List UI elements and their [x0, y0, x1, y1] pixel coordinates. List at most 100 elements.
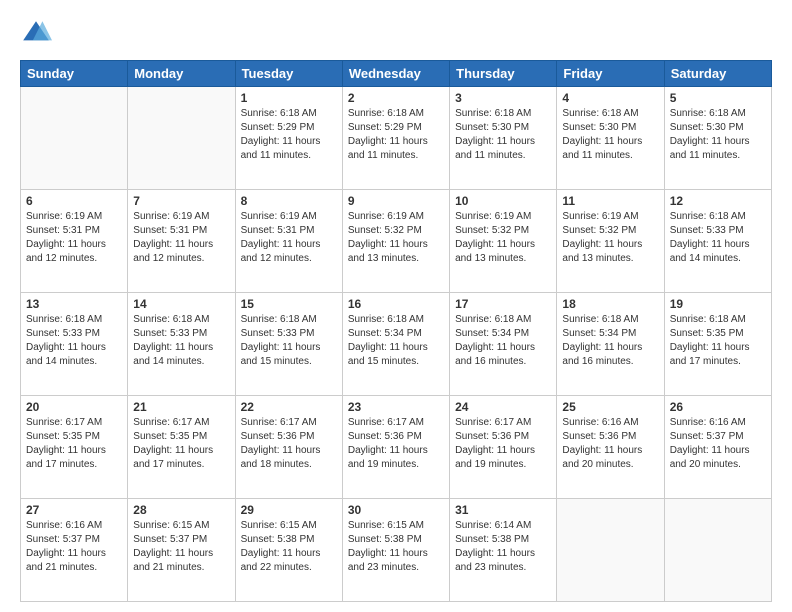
- calendar-cell: 26Sunrise: 6:16 AM Sunset: 5:37 PM Dayli…: [664, 396, 771, 499]
- calendar-cell: 13 Sunrise: 6:18 AM Sunset: 5:33 PM Dayli…: [21, 293, 128, 396]
- day-number: 18: [562, 297, 658, 311]
- day-info: Sunrise: 6:14 AM Sunset: 5:38 PM Dayligh…: [455, 519, 551, 575]
- calendar-cell: [557, 499, 664, 602]
- calendar-cell: 28 Sunrise: 6:15 AM Sunset: 5:37 PM Dayli…: [128, 499, 235, 602]
- day-info: Sunrise: 6:16 AM Sunset: 5:36 PM Dayligh…: [562, 416, 658, 472]
- day-number: 28: [133, 503, 229, 517]
- day-number: 7: [133, 194, 229, 208]
- calendar: SundayMondayTuesdayWednesdayThursdayFrid…: [20, 60, 772, 602]
- day-number: 8: [241, 194, 337, 208]
- day-number: 9: [348, 194, 444, 208]
- day-header-wednesday: Wednesday: [342, 61, 449, 87]
- header: [20, 18, 772, 50]
- day-info: Sunrise: 6:19 AM Sunset: 5:31 PM Dayligh…: [26, 210, 122, 266]
- day-number: 5: [670, 91, 766, 105]
- week-row-5: 27 Sunrise: 6:16 AM Sunset: 5:37 PM Dayli…: [21, 499, 772, 602]
- calendar-cell: 5 Sunrise: 6:18 AM Sunset: 5:30 PM Daylig…: [664, 87, 771, 190]
- day-number: 6: [26, 194, 122, 208]
- week-row-1: 1 Sunrise: 6:18 AM Sunset: 5:29 PM Daylig…: [21, 87, 772, 190]
- day-header-friday: Friday: [557, 61, 664, 87]
- logo: [20, 18, 56, 50]
- day-number: 11: [562, 194, 658, 208]
- calendar-cell: 11 Sunrise: 6:19 AM Sunset: 5:32 PM Dayli…: [557, 190, 664, 293]
- day-info: Sunrise: 6:18 AM Sunset: 5:30 PM Dayligh…: [670, 107, 766, 163]
- calendar-cell: 1 Sunrise: 6:18 AM Sunset: 5:29 PM Daylig…: [235, 87, 342, 190]
- calendar-cell: 3 Sunrise: 6:18 AM Sunset: 5:30 PM Daylig…: [450, 87, 557, 190]
- day-info: Sunrise: 6:18 AM Sunset: 5:33 PM Dayligh…: [26, 313, 122, 369]
- day-header-saturday: Saturday: [664, 61, 771, 87]
- page: SundayMondayTuesdayWednesdayThursdayFrid…: [0, 0, 792, 612]
- day-number: 16: [348, 297, 444, 311]
- calendar-cell: [128, 87, 235, 190]
- calendar-cell: 12 Sunrise: 6:18 AM Sunset: 5:33 PM Dayli…: [664, 190, 771, 293]
- day-number: 20: [26, 400, 122, 414]
- calendar-cell: [21, 87, 128, 190]
- logo-icon: [20, 18, 52, 50]
- calendar-cell: 24Sunrise: 6:17 AM Sunset: 5:36 PM Dayli…: [450, 396, 557, 499]
- day-number: 21: [133, 400, 229, 414]
- calendar-cell: 15 Sunrise: 6:18 AM Sunset: 5:33 PM Dayli…: [235, 293, 342, 396]
- day-number: 24: [455, 400, 551, 414]
- day-number: 26: [670, 400, 766, 414]
- calendar-cell: 6 Sunrise: 6:19 AM Sunset: 5:31 PM Daylig…: [21, 190, 128, 293]
- day-number: 23: [348, 400, 444, 414]
- day-number: 15: [241, 297, 337, 311]
- calendar-cell: 23 Sunrise: 6:17 AM Sunset: 5:36 PM Dayli…: [342, 396, 449, 499]
- calendar-cell: 2 Sunrise: 6:18 AM Sunset: 5:29 PM Daylig…: [342, 87, 449, 190]
- day-info: Sunrise: 6:18 AM Sunset: 5:30 PM Dayligh…: [455, 107, 551, 163]
- calendar-cell: 18 Sunrise: 6:18 AM Sunset: 5:34 PM Dayli…: [557, 293, 664, 396]
- day-info: Sunrise: 6:19 AM Sunset: 5:31 PM Dayligh…: [241, 210, 337, 266]
- day-number: 3: [455, 91, 551, 105]
- day-number: 10: [455, 194, 551, 208]
- day-info: Sunrise: 6:16 AM Sunset: 5:37 PM Dayligh…: [26, 519, 122, 575]
- day-info: Sunrise: 6:19 AM Sunset: 5:32 PM Dayligh…: [455, 210, 551, 266]
- day-number: 19: [670, 297, 766, 311]
- calendar-cell: [664, 499, 771, 602]
- day-info: Sunrise: 6:15 AM Sunset: 5:37 PM Dayligh…: [133, 519, 229, 575]
- day-info: Sunrise: 6:19 AM Sunset: 5:32 PM Dayligh…: [348, 210, 444, 266]
- calendar-cell: 31 Sunrise: 6:14 AM Sunset: 5:38 PM Dayli…: [450, 499, 557, 602]
- day-number: 13: [26, 297, 122, 311]
- day-info: Sunrise: 6:15 AM Sunset: 5:38 PM Dayligh…: [348, 519, 444, 575]
- calendar-cell: 27 Sunrise: 6:16 AM Sunset: 5:37 PM Dayli…: [21, 499, 128, 602]
- day-number: 14: [133, 297, 229, 311]
- calendar-cell: 9 Sunrise: 6:19 AM Sunset: 5:32 PM Daylig…: [342, 190, 449, 293]
- day-info: Sunrise: 6:17 AM Sunset: 5:36 PM Dayligh…: [241, 416, 337, 472]
- week-row-4: 20 Sunrise: 6:17 AM Sunset: 5:35 PM Dayli…: [21, 396, 772, 499]
- calendar-header-row: SundayMondayTuesdayWednesdayThursdayFrid…: [21, 61, 772, 87]
- day-info: Sunrise: 6:18 AM Sunset: 5:33 PM Dayligh…: [241, 313, 337, 369]
- day-number: 17: [455, 297, 551, 311]
- day-info: Sunrise: 6:17 AM Sunset: 5:35 PM Dayligh…: [133, 416, 229, 472]
- day-number: 27: [26, 503, 122, 517]
- day-number: 1: [241, 91, 337, 105]
- day-info: Sunrise: 6:17 AM Sunset: 5:36 PM Dayligh…: [348, 416, 444, 472]
- day-info: Sunrise: 6:18 AM Sunset: 5:34 PM Dayligh…: [562, 313, 658, 369]
- day-info: Sunrise: 6:18 AM Sunset: 5:30 PM Dayligh…: [562, 107, 658, 163]
- day-number: 25: [562, 400, 658, 414]
- day-number: 31: [455, 503, 551, 517]
- day-info: Sunrise: 6:18 AM Sunset: 5:34 PM Dayligh…: [455, 313, 551, 369]
- calendar-cell: 22Sunrise: 6:17 AM Sunset: 5:36 PM Dayli…: [235, 396, 342, 499]
- day-info: Sunrise: 6:18 AM Sunset: 5:29 PM Dayligh…: [348, 107, 444, 163]
- calendar-cell: 7 Sunrise: 6:19 AM Sunset: 5:31 PM Daylig…: [128, 190, 235, 293]
- calendar-cell: 29Sunrise: 6:15 AM Sunset: 5:38 PM Dayli…: [235, 499, 342, 602]
- calendar-cell: 21 Sunrise: 6:17 AM Sunset: 5:35 PM Dayli…: [128, 396, 235, 499]
- day-number: 29: [241, 503, 337, 517]
- day-number: 2: [348, 91, 444, 105]
- day-number: 30: [348, 503, 444, 517]
- calendar-cell: 4Sunrise: 6:18 AM Sunset: 5:30 PM Daylig…: [557, 87, 664, 190]
- calendar-cell: 8 Sunrise: 6:19 AM Sunset: 5:31 PM Daylig…: [235, 190, 342, 293]
- day-info: Sunrise: 6:18 AM Sunset: 5:29 PM Dayligh…: [241, 107, 337, 163]
- week-row-2: 6 Sunrise: 6:19 AM Sunset: 5:31 PM Daylig…: [21, 190, 772, 293]
- day-info: Sunrise: 6:18 AM Sunset: 5:33 PM Dayligh…: [670, 210, 766, 266]
- calendar-cell: 30 Sunrise: 6:15 AM Sunset: 5:38 PM Dayli…: [342, 499, 449, 602]
- week-row-3: 13 Sunrise: 6:18 AM Sunset: 5:33 PM Dayli…: [21, 293, 772, 396]
- day-info: Sunrise: 6:19 AM Sunset: 5:32 PM Dayligh…: [562, 210, 658, 266]
- calendar-cell: 19 Sunrise: 6:18 AM Sunset: 5:35 PM Dayli…: [664, 293, 771, 396]
- day-number: 12: [670, 194, 766, 208]
- day-header-monday: Monday: [128, 61, 235, 87]
- day-header-sunday: Sunday: [21, 61, 128, 87]
- day-info: Sunrise: 6:18 AM Sunset: 5:35 PM Dayligh…: [670, 313, 766, 369]
- calendar-cell: 17 Sunrise: 6:18 AM Sunset: 5:34 PM Dayli…: [450, 293, 557, 396]
- day-info: Sunrise: 6:19 AM Sunset: 5:31 PM Dayligh…: [133, 210, 229, 266]
